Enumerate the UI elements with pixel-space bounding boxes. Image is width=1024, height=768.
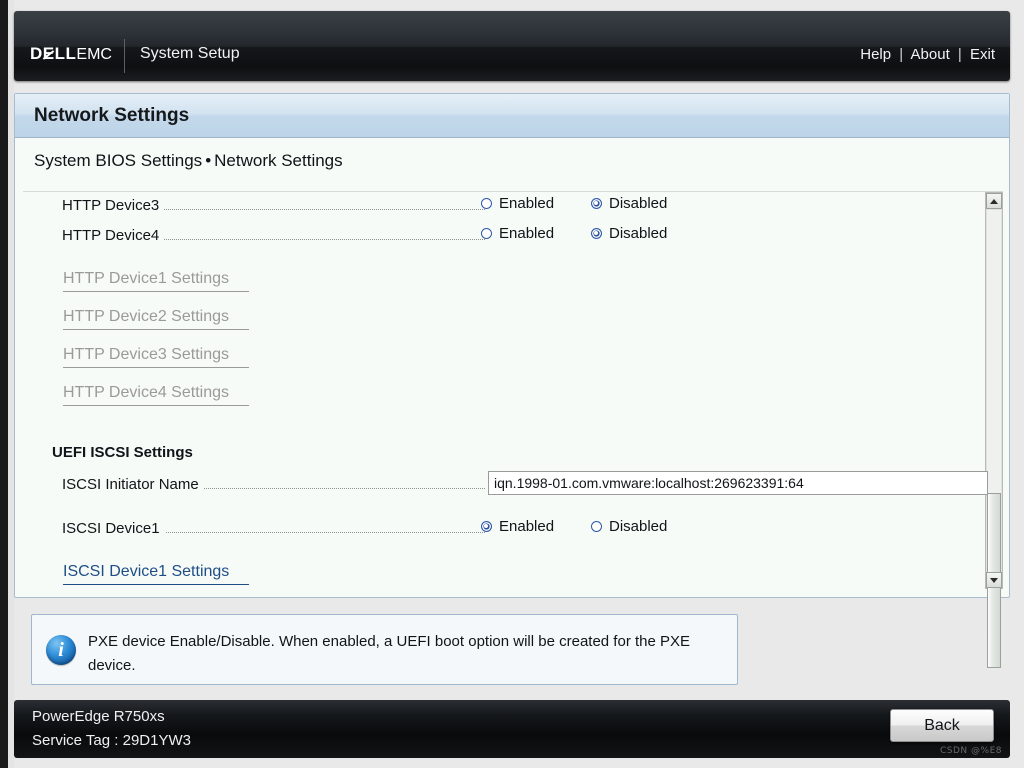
page-title: Network Settings xyxy=(15,94,1009,138)
row-spacer xyxy=(23,545,985,559)
setting-label: ISCSI Initiator Name xyxy=(62,476,204,493)
radio-option-enabled[interactable]: Enabled xyxy=(481,195,591,212)
settings-scrollbar[interactable] xyxy=(985,192,1003,668)
top-header-bar: DELLEMC System Setup Help | About | Exit xyxy=(14,11,1010,81)
system-setup-screen: DELLEMC System Setup Help | About | Exit… xyxy=(0,0,1024,768)
link-row-http-device3-settings: HTTP Device3 Settings xyxy=(23,342,985,380)
scroll-up-button[interactable] xyxy=(986,193,1002,209)
radio-label-disabled: Disabled xyxy=(609,195,668,212)
setting-label: ISCSI Device1 xyxy=(62,520,165,537)
section-header-uefi-iscsi: UEFI ISCSI Settings xyxy=(23,438,985,471)
setting-row-iscsi-device1: ISCSI Device1 Enabled Disabled xyxy=(23,515,985,545)
http-device3-settings-link: HTTP Device3 Settings xyxy=(63,346,249,368)
link-row-http-device4-settings: HTTP Device4 Settings xyxy=(23,380,985,418)
left-edge-strip xyxy=(0,0,8,768)
iscsi-device1-settings-link[interactable]: ISCSI Device1 Settings xyxy=(63,563,250,585)
watermark: CSDN @%E8 xyxy=(940,746,1002,756)
settings-rows: HTTP Device3 Enabled Disabled HTTP Devic… xyxy=(23,192,988,589)
radio-indicator-disabled[interactable] xyxy=(591,228,602,239)
radio-label-enabled: Enabled xyxy=(499,518,555,535)
radio-option-enabled[interactable]: Enabled xyxy=(481,225,591,242)
radio-group-iscsi-device1: Enabled Disabled xyxy=(481,518,701,535)
scroll-down-button[interactable] xyxy=(986,572,1002,588)
radio-label-disabled: Disabled xyxy=(609,225,668,242)
radio-group-http-device3: Enabled Disabled xyxy=(481,195,701,212)
radio-label-enabled: Enabled xyxy=(499,195,555,212)
network-settings-panel: Network Settings System BIOS Settings • Ne… xyxy=(14,93,1010,668)
header-links: Help | About | Exit xyxy=(860,46,995,63)
system-model: PowerEdge R750xs xyxy=(32,708,165,725)
row-spacer xyxy=(23,418,985,438)
row-spacer xyxy=(23,252,985,266)
info-icon: i xyxy=(46,635,76,665)
service-tag: Service Tag : 29D1YW3 xyxy=(32,732,191,749)
link-row-iscsi-device1-settings[interactable]: ISCSI Device1 Settings xyxy=(23,559,985,589)
scrollbar-track[interactable] xyxy=(987,210,1001,493)
scroll-up-arrow-icon xyxy=(990,198,998,204)
http-device2-settings-link: HTTP Device2 Settings xyxy=(63,308,249,330)
setting-label: HTTP Device3 xyxy=(62,197,165,214)
setting-row-http-device3: HTTP Device3 Enabled Disabled xyxy=(23,192,985,222)
link-row-http-device1-settings: HTTP Device1 Settings xyxy=(23,266,985,304)
radio-indicator-enabled[interactable] xyxy=(481,521,492,532)
breadcrumb-current: Network Settings xyxy=(214,151,343,170)
help-link[interactable]: Help xyxy=(860,46,891,63)
link-row-http-device2-settings: HTTP Device2 Settings xyxy=(23,304,985,342)
app-title: System Setup xyxy=(140,45,240,62)
radio-option-enabled[interactable]: Enabled xyxy=(481,518,591,535)
row-spacer xyxy=(23,501,985,515)
setting-row-http-device4: HTTP Device4 Enabled Disabled xyxy=(23,222,985,252)
radio-label-enabled: Enabled xyxy=(499,225,555,242)
settings-viewport: HTTP Device3 Enabled Disabled HTTP Devic… xyxy=(23,192,1003,589)
radio-option-disabled[interactable]: Disabled xyxy=(591,195,701,212)
radio-indicator-enabled[interactable] xyxy=(481,228,492,239)
radio-label-disabled: Disabled xyxy=(609,518,668,535)
radio-indicator-disabled[interactable] xyxy=(591,198,602,209)
help-info-box: i PXE device Enable/Disable. When enable… xyxy=(31,614,738,685)
setting-label: HTTP Device4 xyxy=(62,227,165,244)
scroll-down-arrow-icon xyxy=(990,577,998,583)
radio-indicator-disabled[interactable] xyxy=(591,521,602,532)
http-device1-settings-link: HTTP Device1 Settings xyxy=(63,270,249,292)
emc-wordmark: EMC xyxy=(76,46,112,63)
section-title: UEFI ISCSI Settings xyxy=(52,444,193,461)
iscsi-initiator-name-input[interactable]: iqn.1998-01.com.vmware:localhost:2696233… xyxy=(488,471,988,495)
logo-divider xyxy=(124,39,125,73)
radio-option-disabled[interactable]: Disabled xyxy=(591,225,701,242)
footer-bar: PowerEdge R750xs Service Tag : 29D1YW3 B… xyxy=(14,700,1010,758)
back-button[interactable]: Back xyxy=(890,709,994,742)
breadcrumb: System BIOS Settings • Network Settings xyxy=(34,151,343,171)
breadcrumb-parent[interactable]: System BIOS Settings xyxy=(34,151,202,170)
exit-link[interactable]: Exit xyxy=(970,46,995,63)
dell-emc-logo: DELLEMC xyxy=(30,44,112,64)
http-device4-settings-link: HTTP Device4 Settings xyxy=(63,384,249,406)
dell-wordmark: DELL xyxy=(30,44,77,63)
radio-option-disabled[interactable]: Disabled xyxy=(591,518,701,535)
setting-row-iscsi-initiator-name: ISCSI Initiator Name iqn.1998-01.com.vmw… xyxy=(23,471,988,501)
radio-group-http-device4: Enabled Disabled xyxy=(481,225,701,242)
header-separator-2: | xyxy=(957,46,962,63)
breadcrumb-separator-dot: • xyxy=(205,151,212,170)
about-link[interactable]: About xyxy=(911,46,950,63)
radio-indicator-enabled[interactable] xyxy=(481,198,492,209)
help-text: PXE device Enable/Disable. When enabled,… xyxy=(88,633,691,674)
header-separator-1: | xyxy=(899,46,904,63)
